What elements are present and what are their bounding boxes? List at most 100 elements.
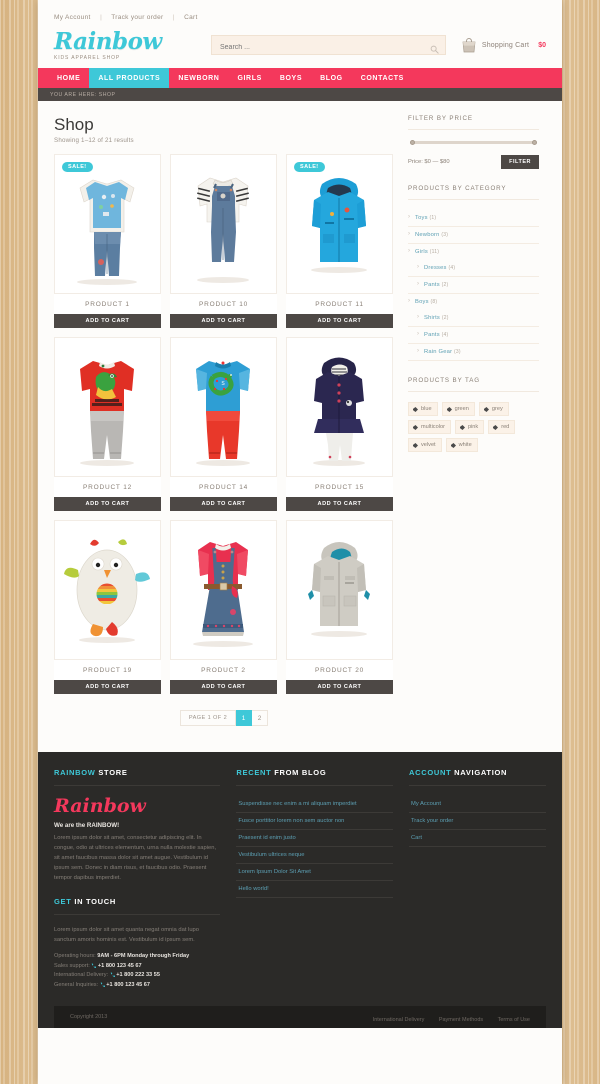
topbar-link-my-account[interactable]: My Account — [54, 14, 91, 21]
nav-item-blog[interactable]: BLOG — [311, 68, 352, 88]
product-card[interactable]: SALE! — [54, 154, 161, 328]
add-to-cart-button[interactable]: ADD TO CART — [170, 680, 277, 694]
nav-item-boys[interactable]: BOYS — [271, 68, 311, 88]
blog-list-item[interactable]: Suspendisse nec enim a mi aliquam imperd… — [236, 796, 393, 813]
product-thumbnail[interactable] — [286, 337, 393, 477]
product-thumbnail[interactable] — [286, 520, 393, 660]
blog-list-item[interactable]: Vestibulum ultrices neque — [236, 847, 393, 864]
product-card[interactable]: PRODUCT 20 ADD TO CART — [286, 520, 393, 694]
tag-velvet[interactable]: velvet — [408, 438, 442, 452]
product-thumbnail[interactable]: SALE! — [286, 154, 393, 294]
product-card[interactable]: SALE! — [286, 154, 393, 328]
bottom-link-international-delivery[interactable]: International Delivery — [373, 1017, 425, 1023]
add-to-cart-button[interactable]: ADD TO CART — [170, 314, 277, 328]
blog-link[interactable]: Vestibulum ultrices neque — [236, 847, 393, 863]
product-card[interactable]: PRODUCT 10 ADD TO CART — [170, 154, 277, 328]
nav-item-all-products[interactable]: ALL PRODUCTS — [89, 68, 170, 88]
category-item-shirts[interactable]: Shirts (2) — [408, 310, 539, 327]
add-to-cart-button[interactable]: ADD TO CART — [54, 314, 161, 328]
blog-link[interactable]: Suspendisse nec enim a mi aliquam imperd… — [236, 796, 393, 812]
category-count: (1) — [429, 215, 437, 221]
search-input[interactable] — [212, 38, 445, 57]
nav-item-home[interactable]: HOME — [48, 68, 89, 88]
tag-grey[interactable]: grey — [478, 402, 509, 416]
add-to-cart-button[interactable]: ADD TO CART — [286, 497, 393, 511]
blog-list-item[interactable]: Praesent id enim justo — [236, 830, 393, 847]
search-box[interactable] — [211, 35, 446, 57]
product-card[interactable]: PRODUCT 12 ADD TO CART — [54, 337, 161, 511]
blog-list-item[interactable]: Hello world! — [236, 881, 393, 898]
category-item-boys[interactable]: Boys (8) — [408, 294, 539, 310]
account-link-track-order[interactable]: Track your order — [409, 813, 546, 829]
topbar-separator: | — [172, 14, 175, 21]
shopping-cart[interactable]: Shopping Cart $0 — [461, 37, 546, 53]
pagination-page-2[interactable]: 2 — [252, 710, 269, 726]
product-thumbnail[interactable] — [54, 337, 161, 477]
tag-blue[interactable]: blue — [408, 402, 438, 416]
category-item-newborn[interactable]: Newborn (3) — [408, 227, 539, 244]
nav-item-contacts[interactable]: CONTACTS — [352, 68, 413, 88]
category-item-boys-pants[interactable]: Pants (4) — [408, 327, 539, 344]
add-to-cart-button[interactable]: ADD TO CART — [54, 497, 161, 511]
account-nav-item[interactable]: Cart — [408, 830, 546, 847]
product-thumbnail[interactable]: S — [170, 337, 277, 477]
category-item-girls[interactable]: Girls (11) — [408, 244, 539, 260]
nav-item-girls[interactable]: GIRLS — [228, 68, 270, 88]
contact-value[interactable]: +1 800 123 45 67 — [98, 963, 142, 969]
product-image-red-croc-tee-grey-pants — [60, 345, 155, 470]
blog-list-item[interactable]: Fusce porttitor lorem non sem auctor non — [236, 813, 393, 830]
bottom-link-terms-of-use[interactable]: Terms of Use — [498, 1017, 530, 1023]
account-nav-item[interactable]: My Account — [408, 796, 546, 813]
slider-handle-max[interactable] — [532, 140, 537, 145]
brand-block[interactable]: Rainbow KIDS APPAREL SHOP — [54, 29, 199, 61]
product-card[interactable]: PRODUCT 15 ADD TO CART — [286, 337, 393, 511]
tag-green[interactable]: green — [441, 402, 475, 416]
product-card[interactable]: PRODUCT 2 ADD TO CART — [170, 520, 277, 694]
tag-red[interactable]: red — [488, 420, 516, 434]
bottom-link-payment-methods[interactable]: Payment Methods — [439, 1017, 483, 1023]
price-range-slider[interactable] — [410, 140, 537, 145]
topbar-link-cart[interactable]: Cart — [184, 14, 197, 21]
product-thumbnail[interactable] — [170, 520, 277, 660]
tag-white[interactable]: white — [445, 438, 478, 452]
blog-link[interactable]: Praesent id enim justo — [236, 830, 393, 846]
product-name: PRODUCT 12 — [54, 477, 161, 497]
blog-link[interactable]: Hello world! — [236, 881, 393, 897]
results-count: Showing 1–12 of 21 results — [54, 137, 134, 144]
contact-value[interactable]: +1 800 123 45 67 — [106, 982, 150, 988]
topbar-link-track-order[interactable]: Track your order — [111, 14, 163, 21]
category-item-girls-pants[interactable]: Pants (2) — [408, 277, 539, 294]
account-link-my-account[interactable]: My Account — [409, 796, 546, 812]
nav-item-newborn[interactable]: NEWBORN — [169, 68, 228, 88]
add-to-cart-button[interactable]: ADD TO CART — [286, 314, 393, 328]
contact-value[interactable]: +1 800 222 33 55 — [116, 972, 160, 978]
site-tagline: KIDS APPAREL SHOP — [54, 54, 121, 61]
tag-icon — [413, 424, 418, 430]
category-item-toys[interactable]: Toys (1) — [408, 210, 539, 227]
footer-heading-rest: NAVIGATION — [451, 768, 508, 777]
account-nav-item[interactable]: Track your order — [408, 813, 546, 830]
blog-link[interactable]: Lorem Ipsum Dolor Sit Amet — [236, 864, 393, 880]
product-card[interactable]: PRODUCT 19 ADD TO CART — [54, 520, 161, 694]
blog-list-item[interactable]: Lorem Ipsum Dolor Sit Amet — [236, 864, 393, 881]
category-label: Pants — [424, 282, 440, 288]
tag-multicolor[interactable]: multicolor — [408, 420, 451, 434]
add-to-cart-button[interactable]: ADD TO CART — [170, 497, 277, 511]
pagination-page-1[interactable]: 1 — [236, 710, 253, 726]
search-icon[interactable] — [430, 41, 439, 54]
filter-button[interactable]: FILTER — [501, 155, 539, 169]
tag-pink[interactable]: pink — [454, 420, 485, 434]
category-item-dresses[interactable]: Dresses (4) — [408, 260, 539, 277]
slider-handle-min[interactable] — [410, 140, 415, 145]
site-container: My Account | Track your order | Cart Rai… — [38, 0, 562, 1084]
category-item-rain-gear[interactable]: Rain Gear (3) — [408, 344, 539, 361]
account-link-cart[interactable]: Cart — [409, 830, 546, 846]
product-thumbnail[interactable]: SALE! — [54, 154, 161, 294]
add-to-cart-button[interactable]: ADD TO CART — [286, 680, 393, 694]
product-thumbnail[interactable] — [54, 520, 161, 660]
add-to-cart-button[interactable]: ADD TO CART — [54, 680, 161, 694]
tag-icon — [483, 406, 489, 412]
product-thumbnail[interactable] — [170, 154, 277, 294]
blog-link[interactable]: Fusce porttitor lorem non sem auctor non — [236, 813, 393, 829]
product-card[interactable]: S PRODUCT 14 ADD TO CART — [170, 337, 277, 511]
